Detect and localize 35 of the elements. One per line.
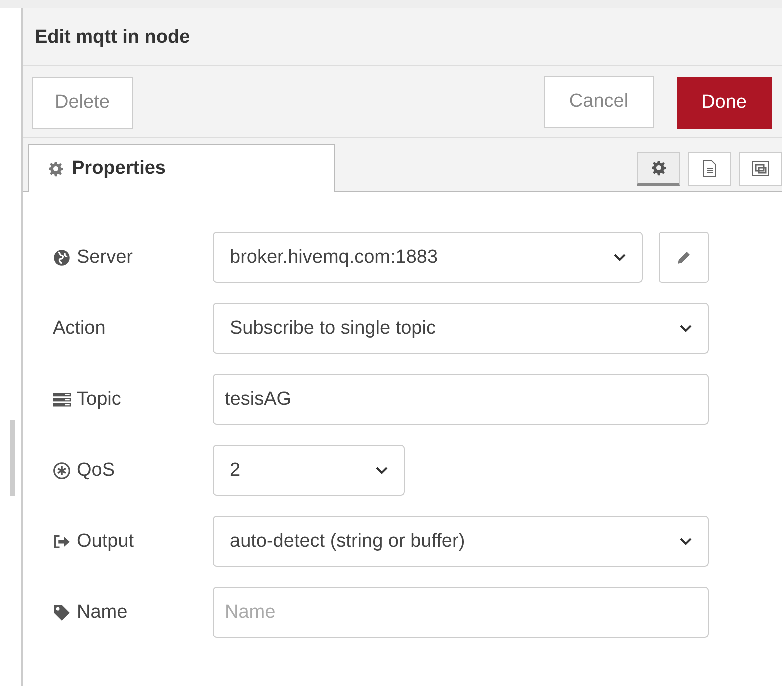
- chevron-down-icon: [680, 324, 692, 332]
- field-label: Topic: [77, 388, 122, 410]
- dropdown[interactable]: auto-detect (string or buffer): [213, 516, 709, 567]
- input-field[interactable]: Name: [213, 587, 709, 638]
- properties-tab[interactable]: Properties: [28, 144, 335, 192]
- field-label: QoS: [77, 460, 116, 482]
- done-button[interactable]: Done: [676, 76, 772, 128]
- list-icon: [53, 390, 71, 408]
- field-label: Name: [77, 602, 128, 624]
- globe-icon: [53, 248, 71, 266]
- input-field[interactable]: tesisAG: [213, 374, 709, 425]
- gear-icon: [48, 160, 64, 176]
- frame-icon: [750, 160, 770, 178]
- document-icon: [702, 160, 718, 178]
- dropdown[interactable]: 2: [213, 445, 405, 496]
- dropdown[interactable]: Subscribe to single topic: [213, 303, 709, 354]
- dropdown[interactable]: broker.hivemq.com:1883: [213, 232, 643, 283]
- settings-tab-button[interactable]: [637, 152, 680, 186]
- gear-icon: [650, 160, 666, 176]
- asterisk-circle-icon: [53, 462, 71, 480]
- dialog-title: Edit mqtt in node: [23, 8, 782, 66]
- chevron-down-icon: [614, 254, 626, 262]
- description-tab-button[interactable]: [688, 152, 731, 186]
- field-label: Server: [77, 246, 133, 268]
- cancel-button[interactable]: Cancel: [544, 76, 654, 128]
- resize-handle[interactable]: [10, 420, 15, 496]
- appearance-tab-button[interactable]: [739, 152, 782, 186]
- delete-button[interactable]: Delete: [32, 76, 133, 128]
- chevron-down-icon: [680, 538, 692, 546]
- pencil-icon: [676, 250, 692, 266]
- chevron-down-icon: [376, 466, 388, 474]
- sign-out-icon: [53, 532, 71, 550]
- field-label: Output: [77, 530, 134, 552]
- tag-icon: [53, 604, 71, 622]
- field-label: Action: [53, 318, 106, 340]
